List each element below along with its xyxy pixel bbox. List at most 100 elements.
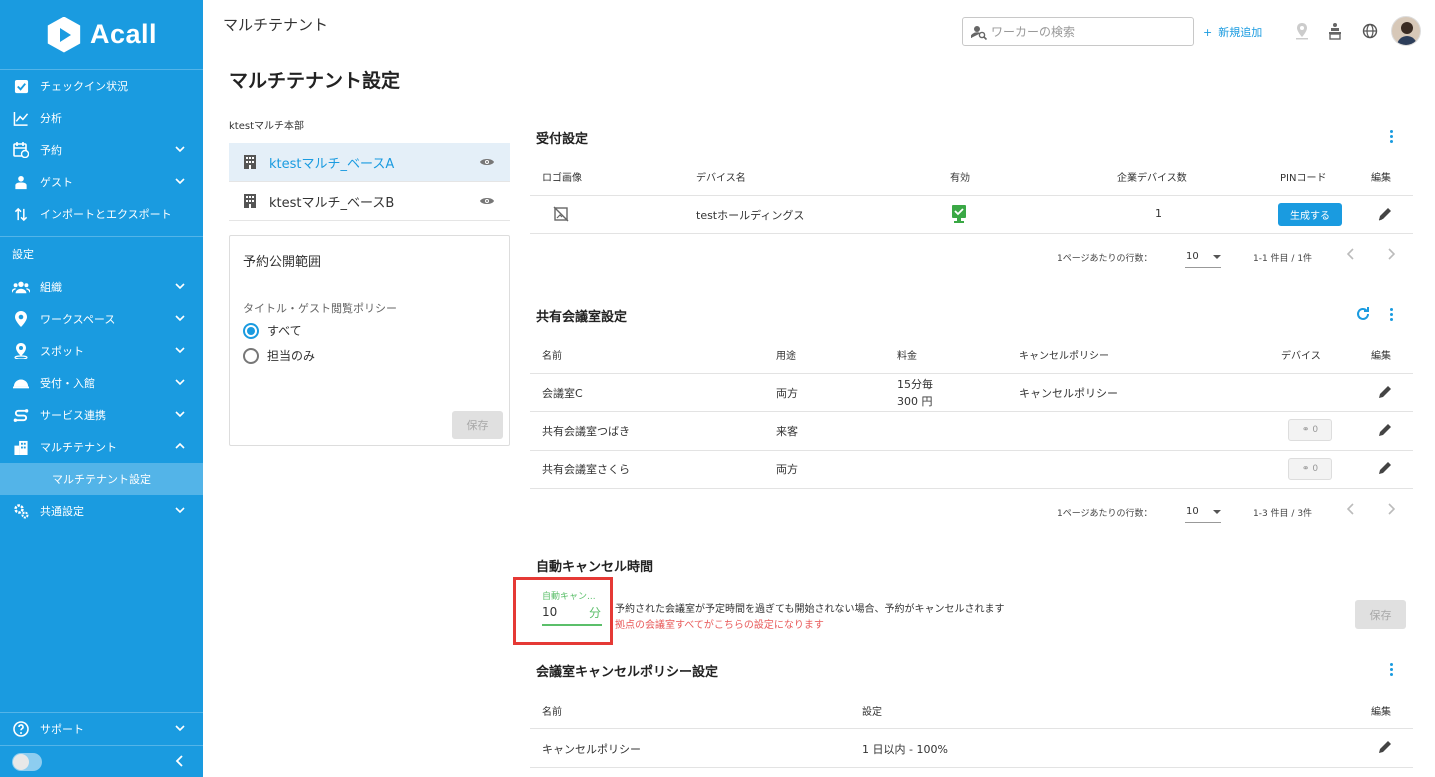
policy-name: キャンセルポリシー xyxy=(542,743,641,756)
chevron-down-icon[interactable] xyxy=(173,311,187,325)
table-divider xyxy=(530,195,1413,196)
chevron-down-icon[interactable] xyxy=(173,721,187,735)
user-avatar[interactable] xyxy=(1391,16,1421,46)
sidebar-item-reservation[interactable]: 予約 xyxy=(0,134,203,166)
edit-pencil-icon[interactable] xyxy=(1377,739,1393,755)
device-link-chip[interactable]: ⚭ 0 xyxy=(1288,419,1332,441)
collapse-sidebar-icon[interactable] xyxy=(175,755,185,771)
page-range: 1-3 件目 / 3件 xyxy=(1253,509,1313,519)
refresh-icon[interactable] xyxy=(1355,306,1371,322)
policy-setting: 1 日以内 - 100% xyxy=(862,743,948,756)
col-edit: 編集 xyxy=(1371,173,1391,184)
radio-label: 担当のみ xyxy=(267,349,316,363)
device-name: testホールディングス xyxy=(696,209,805,222)
rows-per-page-select[interactable]: 10 xyxy=(1185,246,1221,268)
device-link-chip[interactable]: ⚭ 0 xyxy=(1288,458,1332,480)
caret-down-icon xyxy=(1213,509,1221,514)
base-item[interactable]: ktestマルチ_ベースB xyxy=(229,182,510,221)
new-add-button[interactable]: + 新規追加 xyxy=(1203,24,1262,40)
settings-nav: 組織 ワークスペース スポット 受付・入館 サービス連携 マルチテナント xyxy=(0,271,203,463)
generate-pin-button[interactable]: 生成する xyxy=(1278,203,1342,226)
eye-icon[interactable] xyxy=(480,156,494,168)
chevron-up-icon[interactable] xyxy=(173,439,187,453)
globe-icon[interactable] xyxy=(1360,21,1380,41)
sidebar-item-support[interactable]: サポート xyxy=(0,713,203,745)
settings-heading: 設定 xyxy=(12,248,34,261)
sidebar-item-label: サポート xyxy=(40,723,84,736)
rows-per-page-label: 1ページあたりの行数： xyxy=(1057,254,1153,264)
sidebar-item-reception[interactable]: 受付・入館 xyxy=(0,367,203,399)
sidebar-item-integration[interactable]: サービス連携 xyxy=(0,399,203,431)
more-vert-icon[interactable] xyxy=(1388,308,1394,321)
next-page-icon[interactable] xyxy=(1387,503,1396,519)
sidebar-item-spot[interactable]: スポット xyxy=(0,335,203,367)
sidebar-item-checkin[interactable]: チェックイン状況 xyxy=(0,70,203,102)
rows-per-page-select[interactable]: 10 xyxy=(1185,501,1221,523)
edit-pencil-icon[interactable] xyxy=(1377,206,1393,222)
theme-toggle[interactable] xyxy=(12,752,42,771)
chevron-down-icon[interactable] xyxy=(173,503,187,517)
sidebar-item-import-export[interactable]: インポートとエクスポート xyxy=(0,198,203,230)
chevron-down-icon[interactable] xyxy=(173,142,187,156)
radio-all[interactable]: すべて xyxy=(243,322,302,339)
chevron-down-icon[interactable] xyxy=(173,343,187,357)
cancel-policy-title: 会議室キャンセルポリシー設定 xyxy=(536,665,719,680)
sidebar-item-label: マルチテナント xyxy=(40,441,117,454)
next-page-icon[interactable] xyxy=(1387,248,1396,264)
sidebar-item-organization[interactable]: 組織 xyxy=(0,271,203,303)
edit-pencil-icon[interactable] xyxy=(1377,422,1393,438)
sidebar-item-common-settings[interactable]: 共通設定 xyxy=(0,495,203,527)
reception-desk-icon[interactable] xyxy=(1325,21,1345,41)
sidebar-item-guest[interactable]: ゲスト xyxy=(0,166,203,198)
auto-cancel-input[interactable]: 自動キャン... 10 分 xyxy=(542,589,602,626)
person-search-icon xyxy=(971,25,987,40)
col-edit: 編集 xyxy=(1371,351,1391,362)
eye-icon[interactable] xyxy=(480,195,494,207)
prev-page-icon[interactable] xyxy=(1346,503,1355,519)
more-vert-icon[interactable] xyxy=(1388,130,1394,143)
scope-save-button[interactable]: 保存 xyxy=(452,411,503,439)
location-icon[interactable] xyxy=(1292,21,1312,41)
sidebar-item-multitenant[interactable]: マルチテナント xyxy=(0,431,203,463)
room-name: 共有会議室さくら xyxy=(542,463,630,476)
shared-rooms-title: 共有会議室設定 xyxy=(536,310,628,325)
hq-label: ktestマルチ本部 xyxy=(229,121,304,132)
chevron-down-icon[interactable] xyxy=(173,174,187,188)
sidebar-item-workspace[interactable]: ワークスペース xyxy=(0,303,203,335)
more-vert-icon[interactable] xyxy=(1388,663,1394,676)
reservation-scope-card: 予約公開範囲 タイトル・ゲスト閲覧ポリシー すべて 担当のみ 保存 xyxy=(229,235,510,446)
chevron-down-icon[interactable] xyxy=(173,407,187,421)
edit-pencil-icon[interactable] xyxy=(1377,460,1393,476)
radio-unchecked-icon xyxy=(243,347,259,364)
link-icon: ⚭ xyxy=(1301,464,1310,474)
rows-per-page-value: 10 xyxy=(1186,251,1199,262)
sidebar-subitem-multitenant-settings[interactable]: マルチテナント設定 xyxy=(0,463,203,495)
guest-icon xyxy=(12,173,30,191)
base-item[interactable]: ktestマルチ_ベースA xyxy=(229,143,510,182)
breadcrumb: マルチテナント xyxy=(223,16,329,34)
import-export-icon xyxy=(12,205,30,223)
app-logo[interactable]: Acall xyxy=(0,0,203,70)
col-device-name: デバイス名 xyxy=(696,173,746,184)
worker-search-input[interactable]: ワーカーの検索 xyxy=(962,17,1194,46)
sidebar: Acall チェックイン状況 分析 予約 ゲスト インポートとエクスポート 設定 xyxy=(0,0,203,777)
device-count: 0 xyxy=(1312,425,1319,435)
col-cancel-policy: キャンセルポリシー xyxy=(1019,351,1109,362)
prev-page-icon[interactable] xyxy=(1346,248,1355,264)
new-add-label: 新規追加 xyxy=(1218,26,1263,39)
auto-cancel-save-button[interactable]: 保存 xyxy=(1355,600,1406,629)
chevron-down-icon[interactable] xyxy=(173,375,187,389)
link-icon: ⚭ xyxy=(1301,425,1310,435)
chevron-down-icon[interactable] xyxy=(173,279,187,293)
sidebar-item-analytics[interactable]: 分析 xyxy=(0,102,203,134)
sidebar-item-label: 組織 xyxy=(40,281,62,294)
col-name: 名前 xyxy=(542,707,562,718)
sidebar-toggle-row xyxy=(0,745,203,777)
people-icon xyxy=(12,278,30,296)
table-divider xyxy=(530,411,1413,412)
room-usage: 両方 xyxy=(776,463,798,476)
device-count: 0 xyxy=(1312,464,1319,474)
building-icon xyxy=(244,155,256,169)
edit-pencil-icon[interactable] xyxy=(1377,384,1393,400)
radio-assigned-only[interactable]: 担当のみ xyxy=(243,347,315,364)
